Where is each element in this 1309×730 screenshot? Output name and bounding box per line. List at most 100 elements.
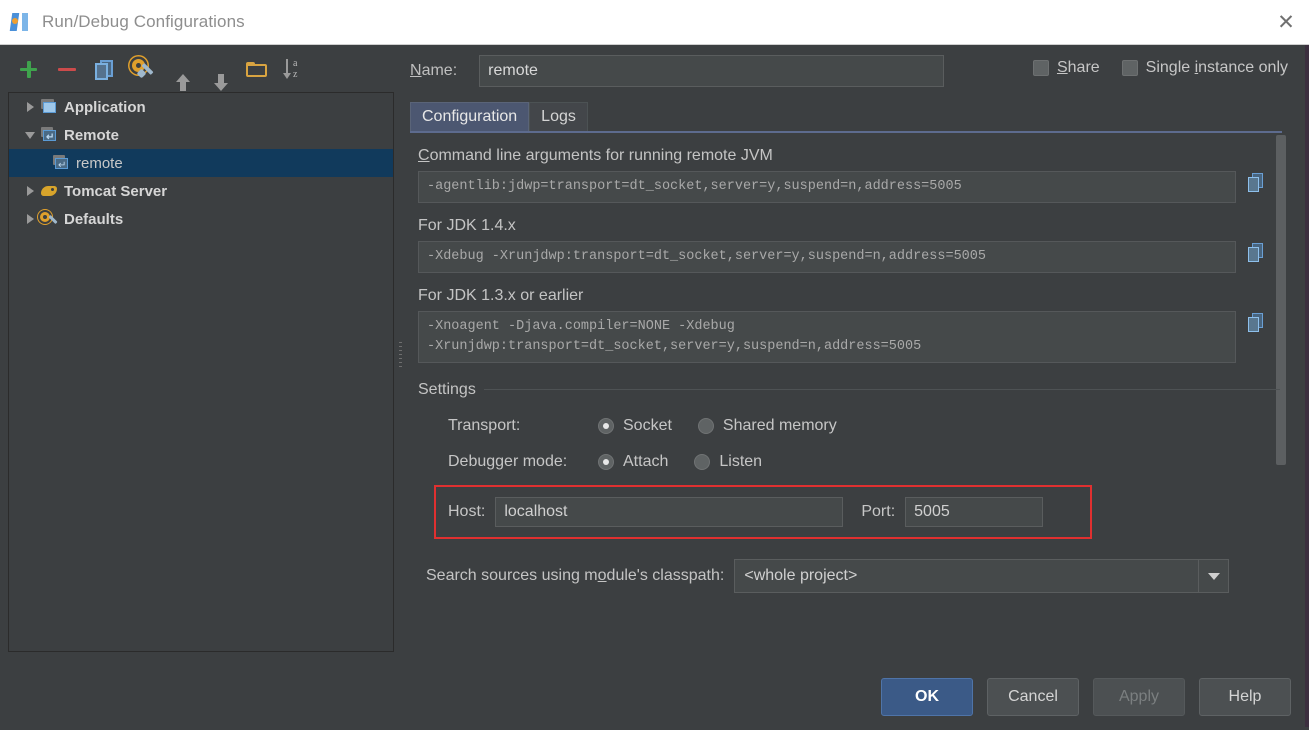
tree-item-remote[interactable]: ↵ remote [9, 149, 393, 177]
chevron-down-icon[interactable] [1198, 560, 1228, 592]
remote-icon: ↵ [51, 154, 71, 172]
cmdline-field[interactable]: -agentlib:jdwp=transport=dt_socket,serve… [418, 171, 1236, 203]
cmdline-label: Command line arguments for running remot… [418, 147, 773, 164]
minus-icon[interactable] [52, 55, 82, 85]
gear-wrench-icon[interactable] [128, 55, 158, 85]
tree-item-defaults[interactable]: Defaults [9, 205, 393, 233]
settings-group-title: Settings [418, 381, 484, 399]
intellij-idea-icon [9, 11, 32, 33]
folder-icon[interactable] [242, 55, 272, 85]
tomcat-icon [39, 182, 59, 200]
name-label: Name: [410, 62, 458, 79]
apply-button: Apply [1093, 678, 1185, 716]
transport-socket-radio[interactable]: Socket [598, 417, 672, 435]
application-icon [39, 98, 59, 116]
chevron-right-icon[interactable] [21, 214, 39, 224]
checkbox-box[interactable] [1032, 60, 1049, 76]
arrow-up-icon[interactable] [166, 55, 196, 91]
configurations-tree: Application ↵ Remote ↵ remote Tomcat Ser… [8, 92, 394, 652]
host-input[interactable] [495, 497, 844, 527]
run-debug-configurations-dialog: Run/Debug Configurations ✕ az Applicatio… [0, 0, 1309, 730]
close-icon[interactable]: ✕ [1263, 0, 1309, 44]
copy-icon[interactable] [1246, 313, 1268, 337]
dialog-button-bar: OK Cancel Apply Help [881, 678, 1291, 716]
editor-tabs: Configuration Logs [410, 102, 588, 132]
port-label: Port: [861, 503, 896, 520]
transport-row: Transport: Socket Shared memory [448, 417, 1276, 435]
name-row: Name: [410, 55, 945, 87]
radio-dot[interactable] [697, 418, 714, 434]
copy-icon[interactable] [90, 55, 120, 85]
tab-logs[interactable]: Logs [529, 102, 588, 132]
debugger-mode-listen-label: Listen [719, 453, 763, 470]
radio-dot[interactable] [598, 454, 614, 470]
checkbox-box[interactable] [1121, 60, 1138, 76]
share-checkbox[interactable]: Share [1032, 59, 1100, 77]
debugger-mode-row: Debugger mode: Attach Listen [448, 453, 1276, 471]
window-title: Run/Debug Configurations [42, 12, 245, 31]
arrow-down-icon[interactable] [204, 55, 234, 91]
configuration-editor-panel: Name: Share Single instance only Configu… [406, 47, 1290, 657]
plus-icon[interactable] [14, 55, 44, 85]
group-divider [418, 389, 1280, 390]
panel-splitter[interactable] [396, 92, 406, 652]
tree-item-label: Tomcat Server [64, 182, 168, 200]
transport-shared-memory-radio[interactable]: Shared memory [697, 417, 837, 435]
jdk14-label: For JDK 1.4.x [418, 217, 516, 234]
tree-item-application[interactable]: Application [9, 93, 393, 121]
sort-alphabetical-icon[interactable]: az [280, 55, 310, 85]
host-port-row: Host: Port: [448, 497, 1078, 527]
port-input[interactable] [905, 497, 1044, 527]
cancel-button[interactable]: Cancel [987, 678, 1079, 716]
jdk13-label: For JDK 1.3.x or earlier [418, 287, 584, 304]
chevron-right-icon[interactable] [21, 102, 39, 112]
jdk13-field[interactable]: -Xnoagent -Djava.compiler=NONE -Xdebug -… [418, 311, 1236, 363]
options-group: Share Single instance only [1032, 59, 1288, 77]
search-sources-value: <whole project> [744, 567, 858, 584]
single-instance-only-label: Single instance only [1145, 59, 1288, 76]
configuration-tab-content: Command line arguments for running remot… [410, 133, 1284, 653]
vertical-scrollbar[interactable] [1275, 135, 1287, 655]
cmdline-row: -agentlib:jdwp=transport=dt_socket,serve… [418, 171, 1284, 203]
scrollbar-thumb[interactable] [1276, 135, 1286, 465]
jdk13-row: -Xnoagent -Djava.compiler=NONE -Xdebug -… [418, 311, 1284, 363]
tree-item-label: Remote [64, 126, 120, 144]
tree-item-label: Application [64, 98, 146, 116]
debugger-mode-listen-radio[interactable]: Listen [694, 453, 762, 471]
debugger-mode-attach-label: Attach [623, 453, 669, 470]
tree-item-label: remote [76, 154, 123, 172]
copy-icon[interactable] [1246, 173, 1268, 197]
debugger-mode-attach-radio[interactable]: Attach [598, 453, 668, 471]
transport-socket-label: Socket [623, 417, 672, 434]
settings-group: Settings Transport: Socket Shared memory… [418, 379, 1280, 593]
search-sources-dropdown[interactable]: <whole project> [734, 559, 1230, 593]
single-instance-only-checkbox[interactable]: Single instance only [1121, 59, 1288, 77]
window-right-edge [1305, 45, 1309, 730]
search-sources-label: Search sources using module's classpath: [426, 567, 725, 584]
copy-icon[interactable] [1246, 243, 1268, 267]
tree-item-remote-group[interactable]: ↵ Remote [9, 121, 393, 149]
help-button[interactable]: Help [1199, 678, 1291, 716]
share-label: Share [1056, 59, 1100, 76]
title-bar: Run/Debug Configurations ✕ [0, 0, 1309, 45]
name-input[interactable] [479, 55, 945, 87]
configuration-toolbar: az [0, 47, 395, 92]
transport-shared-memory-label: Shared memory [722, 417, 837, 434]
remote-icon: ↵ [39, 126, 59, 144]
host-port-highlight-box: Host: Port: [434, 485, 1092, 539]
jdk14-row: -Xdebug -Xrunjdwp:transport=dt_socket,se… [418, 241, 1284, 273]
radio-dot[interactable] [598, 418, 614, 434]
chevron-right-icon[interactable] [21, 186, 39, 196]
tree-item-tomcat-server[interactable]: Tomcat Server [9, 177, 393, 205]
tab-configuration[interactable]: Configuration [410, 102, 530, 132]
radio-dot[interactable] [694, 454, 711, 470]
ok-button[interactable]: OK [881, 678, 973, 716]
debugger-mode-label: Debugger mode: [448, 453, 568, 470]
jdk14-field[interactable]: -Xdebug -Xrunjdwp:transport=dt_socket,se… [418, 241, 1236, 273]
splitter-grip-icon [399, 342, 402, 372]
tree-item-label: Defaults [64, 210, 124, 228]
defaults-icon [39, 210, 59, 228]
transport-label: Transport: [448, 417, 521, 434]
chevron-down-icon[interactable] [21, 132, 39, 139]
host-label: Host: [448, 503, 486, 520]
